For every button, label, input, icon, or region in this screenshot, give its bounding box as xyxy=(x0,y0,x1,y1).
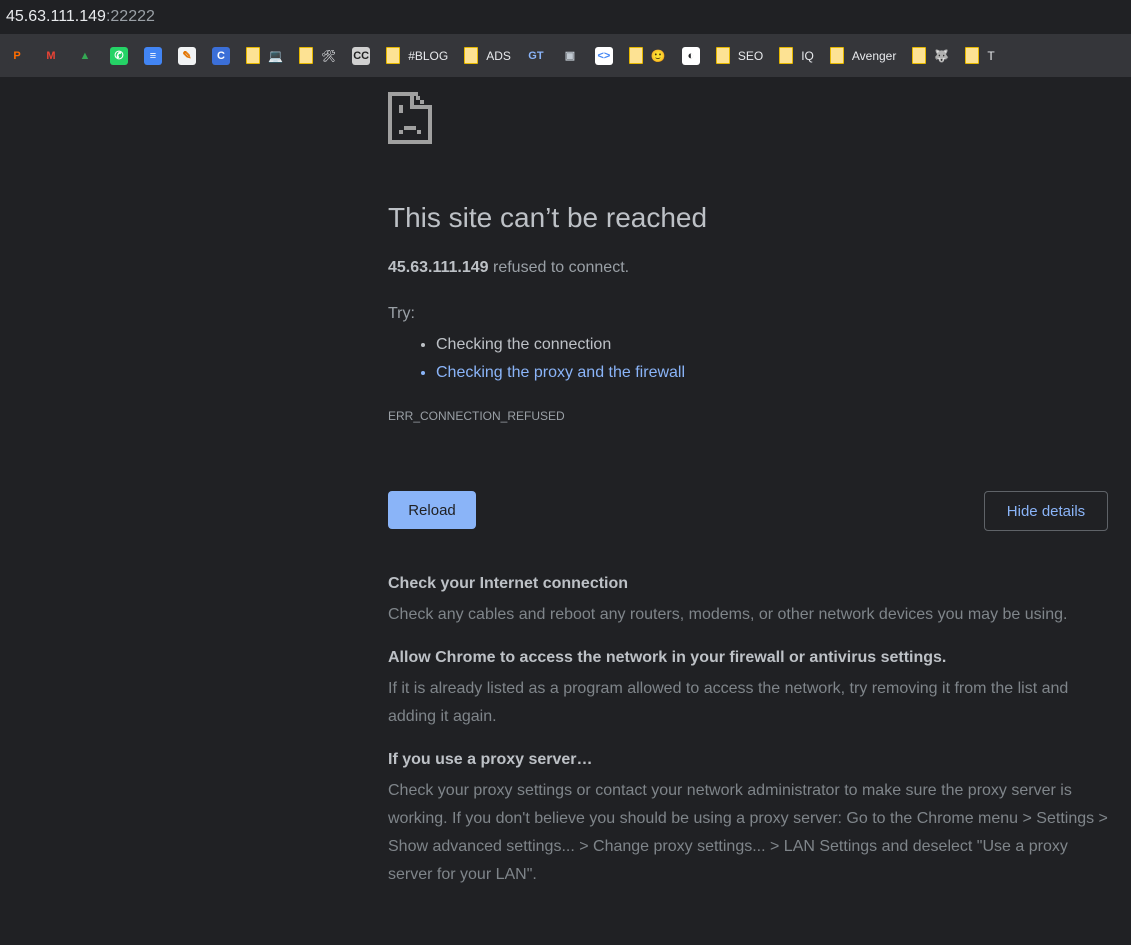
bookmark-item[interactable]: T xyxy=(957,42,1002,70)
google-docs-icon: ≡ xyxy=(144,46,162,65)
url-port: :22222 xyxy=(105,8,155,25)
notepad-icon: ✎ xyxy=(178,46,196,65)
page-title: This site can’t be reached xyxy=(388,202,708,233)
detail-heading: Allow Chrome to access the network in yo… xyxy=(388,649,947,666)
store-icon: ▣ xyxy=(560,46,579,65)
gmail-icon: M xyxy=(42,46,60,65)
bookmark-item[interactable]: SEO xyxy=(708,42,771,70)
folder-icon xyxy=(464,47,479,64)
partial-orange-icon: P xyxy=(8,46,26,65)
folder-icon xyxy=(628,47,643,64)
detail-heading: Check your Internet connection xyxy=(388,575,629,592)
bookmark-item[interactable]: 🙂 xyxy=(621,42,674,70)
reload-button[interactable]: Reload xyxy=(388,491,476,529)
detail-text: If it is already listed as a program all… xyxy=(388,680,1069,725)
folder-icon xyxy=(912,47,927,64)
error-message: 45.63.111.149 refused to connect. xyxy=(388,259,629,277)
detail-heading: If you use a proxy server… xyxy=(388,751,593,768)
detail-text: Check your proxy settings or contact you… xyxy=(388,782,1108,883)
folder-icon xyxy=(829,47,844,64)
bookmark-item[interactable]: <> xyxy=(587,42,621,70)
canva-icon: C xyxy=(212,46,230,65)
gt-icon: GT xyxy=(526,46,545,65)
bookmark-item[interactable]: IQ xyxy=(771,42,822,70)
folder-icon xyxy=(965,47,980,64)
details-section: Check your Internet connection Check any… xyxy=(388,575,1108,909)
error-code: ERR_CONNECTION_REFUSED xyxy=(388,409,565,423)
bookmark-label: IQ xyxy=(801,48,814,63)
bookmark-item[interactable]: ◐ xyxy=(674,42,708,70)
bookmark-label: #BLOG xyxy=(408,48,449,63)
suggestion-list: Checking the connection Checking the pro… xyxy=(416,331,685,387)
bookmark-label: T xyxy=(987,48,995,63)
address-bar[interactable]: 45.63.111.149:22222 xyxy=(0,0,1131,34)
detail-text: Check any cables and reboot any routers,… xyxy=(388,606,1068,623)
folder-icon xyxy=(715,47,730,64)
bookmarks-bar: P M ▲ ✆ ≡ ✎ C 💻 🛠 CC #BLOG ADS GT ▣ <> 🙂 ◐ SEO IQ Avenger 🐺 T xyxy=(0,34,1131,77)
bookmark-item[interactable]: ▣ xyxy=(553,42,587,70)
bookmark-item[interactable]: ≡ xyxy=(136,42,170,70)
cc-icon: CC xyxy=(352,46,371,65)
url-host: 45.63.111.149 xyxy=(6,8,106,25)
folder-icon xyxy=(246,47,260,64)
suggestion-proxy-firewall-link[interactable]: Checking the proxy and the firewall xyxy=(436,359,685,387)
bookmark-label: Avenger xyxy=(851,48,897,63)
bookmark-label: 🙂 xyxy=(650,48,666,63)
bookmark-item[interactable]: 🐺 xyxy=(904,42,957,70)
bookmark-item[interactable]: 💻 xyxy=(238,42,291,70)
bookmark-item[interactable]: Avenger xyxy=(822,42,904,70)
bookmark-label: 💻 xyxy=(268,48,283,63)
bookmark-item[interactable]: CC xyxy=(344,42,378,70)
whatsapp-icon: ✆ xyxy=(110,46,128,65)
code-icon: <> xyxy=(594,46,613,65)
suggestion-check-connection: Checking the connection xyxy=(436,331,685,359)
bookmark-item[interactable]: GT xyxy=(519,42,553,70)
bookmark-item[interactable]: P xyxy=(0,42,34,70)
folder-icon xyxy=(298,47,313,64)
bookmark-item[interactable]: 🛠 xyxy=(291,42,344,70)
hide-details-button[interactable]: Hide details xyxy=(984,491,1108,531)
bookmark-item[interactable]: M xyxy=(34,42,68,70)
google-drive-icon: ▲ xyxy=(76,46,94,65)
folder-icon xyxy=(386,47,401,64)
bookmark-item[interactable]: ✆ xyxy=(102,42,136,70)
error-message-text: refused to connect. xyxy=(488,259,630,276)
try-label: Try: xyxy=(388,305,415,322)
globe-icon: ◐ xyxy=(681,46,700,65)
sad-file-icon xyxy=(388,92,432,144)
bookmark-item[interactable]: ADS xyxy=(456,42,519,70)
bookmark-label: 🐺 xyxy=(934,48,950,63)
folder-icon xyxy=(779,47,794,64)
bookmark-label: 🛠 xyxy=(320,48,337,63)
error-host: 45.63.111.149 xyxy=(388,259,489,276)
bookmark-item[interactable]: #BLOG xyxy=(378,42,456,70)
bookmark-label: ADS xyxy=(486,48,511,63)
bookmark-label: SEO xyxy=(737,48,764,63)
bookmark-item[interactable]: ✎ xyxy=(170,42,204,70)
bookmark-item[interactable]: C xyxy=(204,42,238,70)
bookmark-item[interactable]: ▲ xyxy=(68,42,102,70)
